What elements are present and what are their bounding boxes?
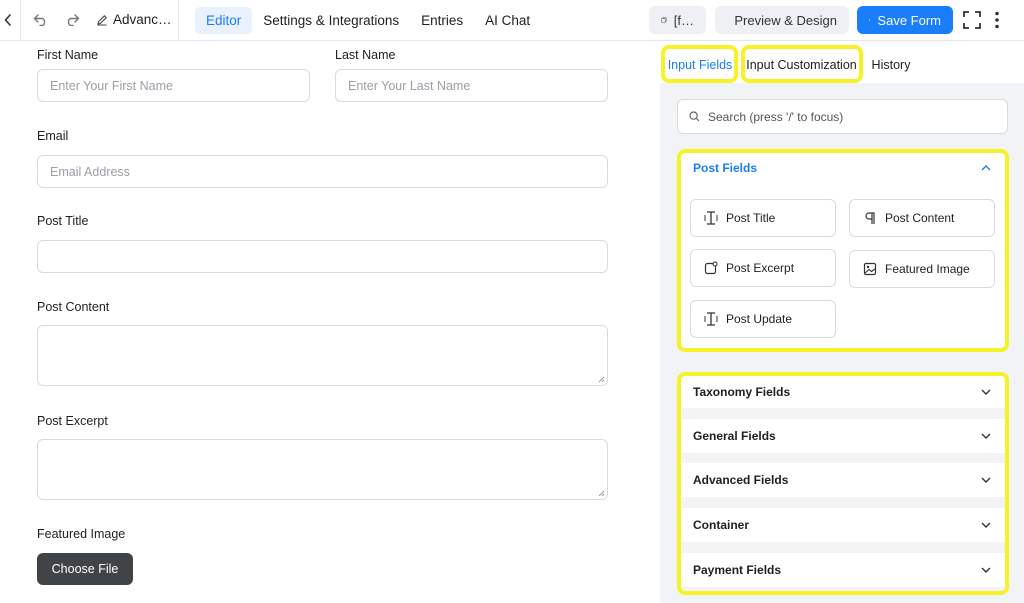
field-post-title[interactable]: Post Title — [690, 199, 836, 237]
taxonomy-fields-header[interactable]: Taxonomy Fields — [680, 375, 1005, 408]
copy-icon — [661, 17, 667, 23]
post-title-label: Post Title — [37, 214, 89, 228]
email-input[interactable]: Email Address — [37, 155, 608, 188]
field-post-excerpt[interactable]: Post Excerpt — [690, 249, 836, 287]
nav-tabs: Editor Settings & Integrations Entries A… — [195, 7, 541, 34]
first-name-input[interactable]: Enter Your First Name — [37, 69, 310, 102]
field-featured-image[interactable]: Featured Image — [849, 250, 995, 288]
resize-handle-icon[interactable] — [597, 489, 605, 497]
container-header[interactable]: Container — [680, 508, 1005, 542]
chevron-down-icon — [981, 522, 991, 528]
chevron-down-icon — [981, 433, 991, 439]
excerpt-icon — [704, 261, 718, 275]
tab-history[interactable]: History — [866, 48, 916, 81]
general-fields-panel[interactable]: General Fields — [680, 419, 1005, 453]
more-menu-icon[interactable] — [992, 10, 1002, 30]
first-name-label: First Name — [37, 48, 99, 62]
payment-fields-panel[interactable]: Payment Fields — [680, 553, 1005, 587]
field-post-update[interactable]: Post Update — [690, 300, 836, 338]
advanced-fields-panel[interactable]: Advanced Fields — [680, 463, 1005, 497]
tab-input-customization[interactable]: Input Customization — [744, 48, 859, 81]
chevron-down-icon — [981, 567, 991, 573]
post-excerpt-label: Post Excerpt — [37, 414, 108, 428]
preview-design-button[interactable]: Preview & Design — [715, 6, 849, 34]
tab-settings-integrations[interactable]: Settings & Integrations — [252, 7, 410, 34]
field-post-content[interactable]: Post Content — [849, 199, 995, 237]
tab-ai-chat[interactable]: AI Chat — [474, 7, 541, 34]
post-content-label: Post Content — [37, 300, 110, 314]
tab-editor[interactable]: Editor — [195, 7, 253, 34]
post-excerpt-textarea[interactable] — [37, 439, 608, 500]
form-title-area[interactable]: Advanc… — [96, 12, 172, 27]
last-name-input[interactable]: Enter Your Last Name — [335, 69, 608, 102]
tab-input-fields[interactable]: Input Fields — [664, 48, 736, 81]
pencil-icon — [97, 14, 107, 25]
redo-icon[interactable] — [63, 11, 81, 29]
taxonomy-fields-panel[interactable]: Taxonomy Fields — [680, 375, 1005, 408]
container-panel[interactable]: Container — [680, 508, 1005, 542]
check-circle-icon — [869, 19, 871, 21]
back-icon[interactable] — [2, 11, 14, 29]
chevron-down-icon — [981, 477, 991, 483]
text-cursor-icon — [704, 211, 718, 225]
field-search-input[interactable]: Search (press '/' to focus) — [677, 99, 1008, 134]
payment-fields-header[interactable]: Payment Fields — [680, 553, 1005, 587]
shortcode-button[interactable]: [f… — [649, 6, 706, 34]
image-icon — [863, 262, 877, 276]
post-content-textarea[interactable] — [37, 325, 608, 386]
fullscreen-icon[interactable] — [962, 10, 982, 30]
search-icon — [689, 111, 700, 122]
top-bar: Advanc… Editor Settings & Integrations E… — [0, 0, 1024, 41]
save-form-button[interactable]: Save Form — [857, 6, 953, 34]
undo-icon[interactable] — [31, 11, 49, 29]
post-fields-header[interactable]: Post Fields — [680, 152, 1005, 184]
last-name-label: Last Name — [335, 48, 396, 62]
resize-handle-icon[interactable] — [597, 375, 605, 383]
text-cursor-icon — [704, 312, 718, 326]
general-fields-header[interactable]: General Fields — [680, 419, 1005, 453]
tab-entries[interactable]: Entries — [410, 7, 474, 34]
divider — [20, 0, 21, 41]
paragraph-icon — [865, 212, 875, 224]
chevron-up-icon — [981, 165, 991, 171]
chevron-down-icon — [981, 389, 991, 395]
form-title: Advanc… — [113, 12, 172, 27]
email-label: Email — [37, 129, 69, 143]
featured-image-label: Featured Image — [37, 527, 126, 541]
choose-file-button[interactable]: Choose File — [37, 553, 133, 585]
divider — [178, 0, 179, 41]
post-title-input[interactable] — [37, 240, 608, 273]
advanced-fields-header[interactable]: Advanced Fields — [680, 463, 1005, 497]
